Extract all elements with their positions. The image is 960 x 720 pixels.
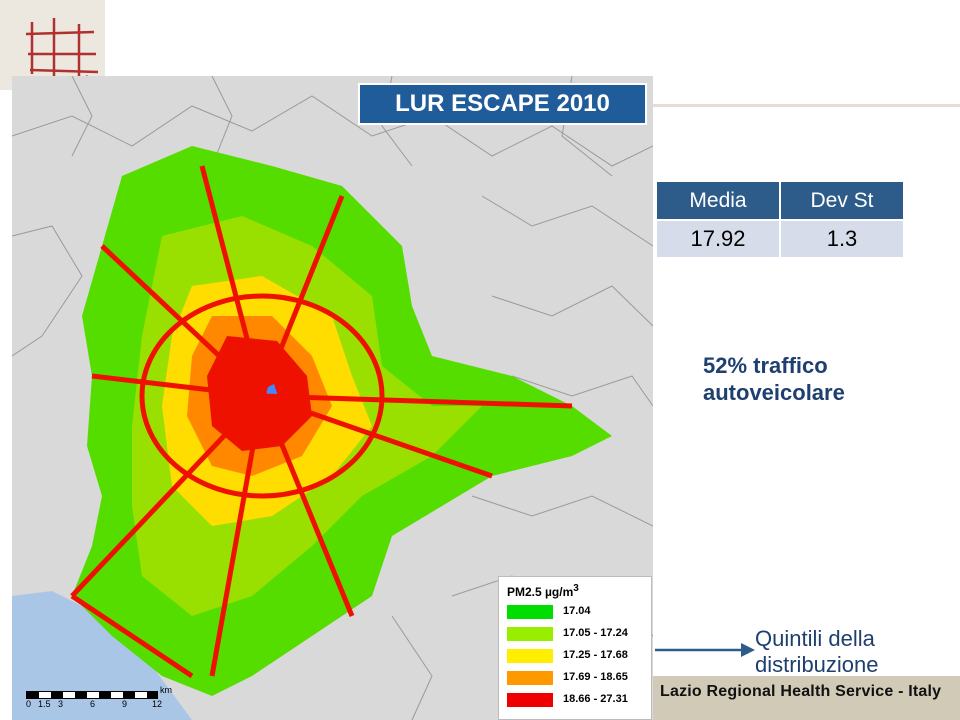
legend-title-text: PM2.5 µg/m bbox=[507, 585, 574, 599]
stats-header-devst: Dev St bbox=[781, 182, 903, 219]
map-legend: PM2.5 µg/m3 17.04 17.05 - 17.24 17.25 - … bbox=[498, 576, 652, 720]
stats-header-row: Media Dev St bbox=[657, 182, 903, 219]
scale-unit: km bbox=[160, 685, 172, 695]
header-rule bbox=[653, 104, 960, 107]
arrow-icon bbox=[655, 643, 755, 657]
legend-swatch bbox=[507, 693, 553, 707]
scale-tick: 9 bbox=[122, 699, 128, 709]
traffic-note: 52% traffico autoveicolare bbox=[703, 352, 923, 406]
traffic-note-line1: 52% traffico bbox=[703, 353, 828, 378]
stats-value-row: 17.92 1.3 bbox=[657, 221, 903, 257]
legend-item: 17.25 - 17.68 bbox=[507, 647, 647, 665]
legend-item: 17.69 - 18.65 bbox=[507, 669, 647, 687]
legend-label: 18.66 - 27.31 bbox=[563, 693, 628, 705]
legend-item: 18.66 - 27.31 bbox=[507, 691, 647, 709]
stats-value-devst: 1.3 bbox=[781, 221, 903, 257]
scale-tick: 3 bbox=[58, 699, 64, 709]
quintili-line2: distribuzione bbox=[755, 652, 879, 677]
legend-label: 17.69 - 18.65 bbox=[563, 671, 628, 683]
legend-label: 17.25 - 17.68 bbox=[563, 649, 628, 661]
legend-swatch bbox=[507, 649, 553, 663]
quintili-caption: Quintili della distribuzione bbox=[755, 626, 955, 678]
stats-header-media: Media bbox=[657, 182, 779, 219]
scale-tick: 1.5 bbox=[38, 699, 51, 709]
legend-label: 17.04 bbox=[563, 605, 591, 617]
quintili-line1: Quintili della bbox=[755, 626, 875, 651]
footer-text: Lazio Regional Health Service - Italy bbox=[660, 683, 942, 700]
legend-swatch bbox=[507, 627, 553, 641]
scale-tick: 12 bbox=[152, 699, 163, 709]
legend-swatch bbox=[507, 605, 553, 619]
stats-value-media: 17.92 bbox=[657, 221, 779, 257]
legend-label: 17.05 - 17.24 bbox=[563, 627, 628, 639]
scale-tick: 6 bbox=[90, 699, 96, 709]
traffic-note-line2: autoveicolare bbox=[703, 380, 845, 405]
legend-swatch bbox=[507, 671, 553, 685]
map-title: LUR ESCAPE 2010 bbox=[358, 83, 647, 125]
logo-icon bbox=[25, 18, 99, 84]
legend-title-sup: 3 bbox=[573, 583, 579, 594]
legend-title: PM2.5 µg/m3 bbox=[507, 583, 579, 599]
stats-table: Media Dev St 17.92 1.3 bbox=[655, 180, 905, 259]
legend-item: 17.05 - 17.24 bbox=[507, 625, 647, 643]
scale-bar-graphic bbox=[26, 691, 158, 699]
legend-item: 17.04 bbox=[507, 603, 647, 621]
scale-bar: 0 1.5 3 6 9 12 km bbox=[26, 685, 196, 711]
scale-tick: 0 bbox=[26, 699, 32, 709]
